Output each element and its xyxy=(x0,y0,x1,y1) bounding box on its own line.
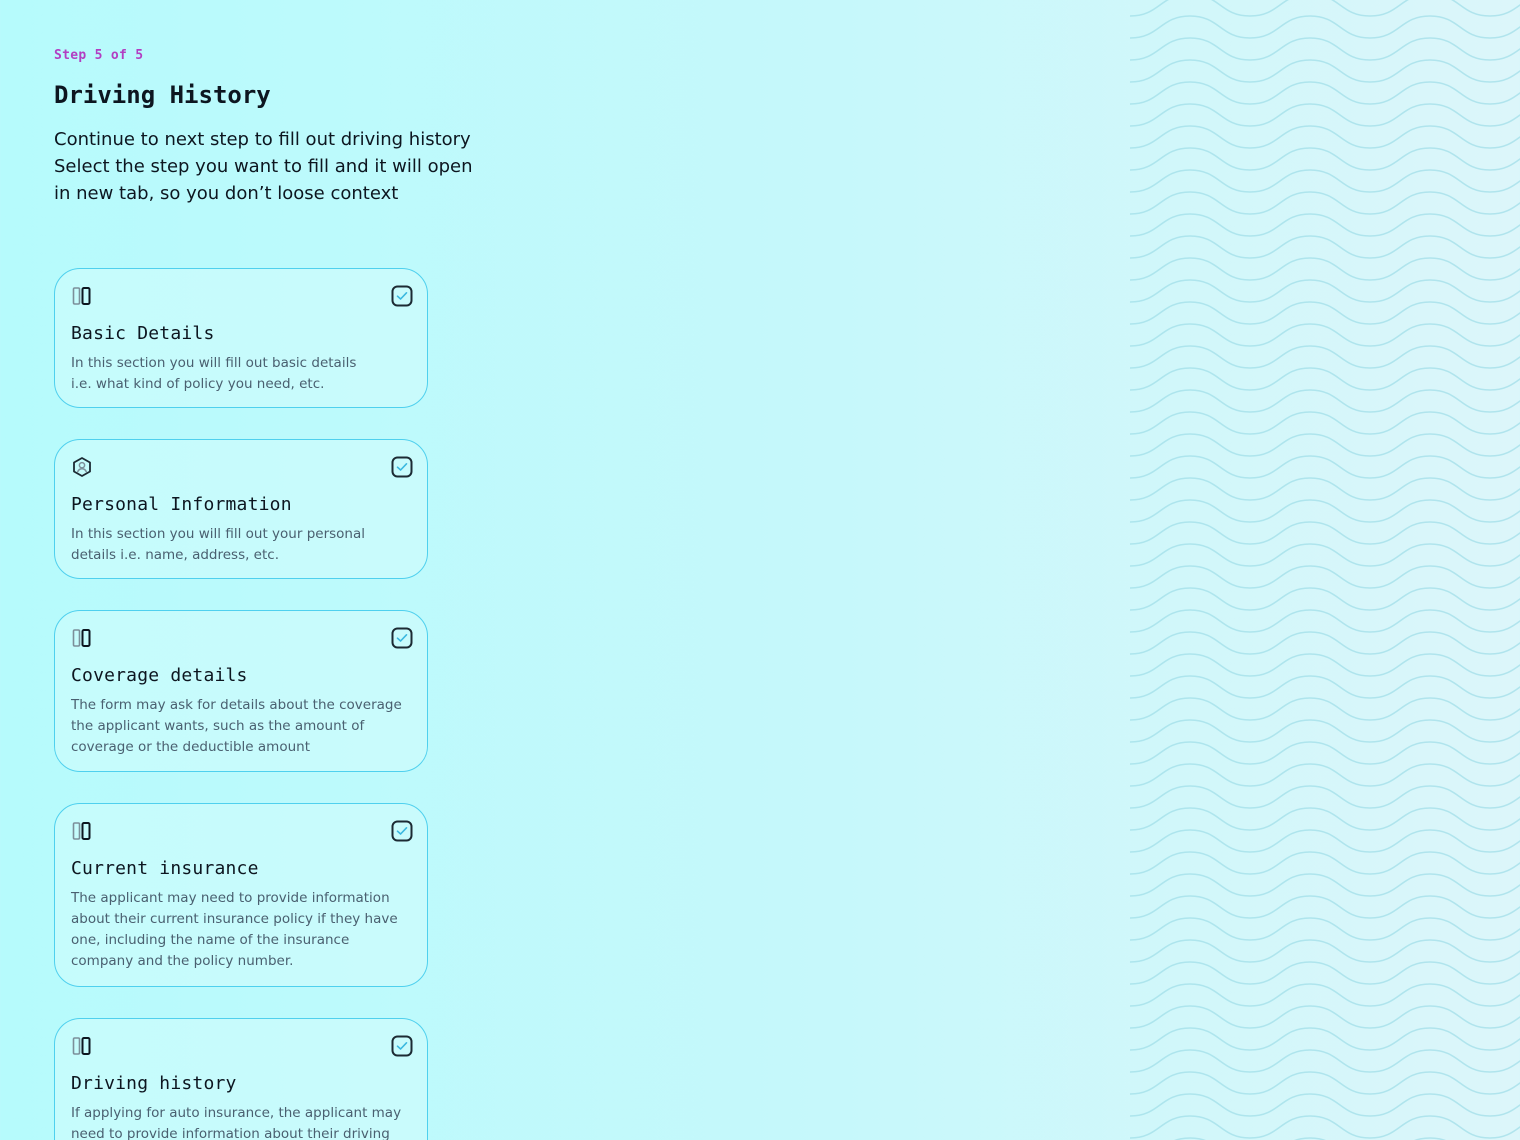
card-title: Personal Information xyxy=(71,494,292,515)
checkbox-checked-icon[interactable] xyxy=(391,456,413,478)
step-card-current-insurance[interactable]: Current insurance The applicant may need… xyxy=(54,803,428,987)
step-card-driving-history[interactable]: Driving history If applying for auto ins… xyxy=(54,1018,428,1140)
checkbox-checked-icon[interactable] xyxy=(391,627,413,649)
intro-line: Continue to next step to fill out drivin… xyxy=(54,129,471,150)
step-card-coverage-details[interactable]: Coverage details The form may ask for de… xyxy=(54,610,428,772)
description-line: i.e. what kind of policy you need, etc. xyxy=(71,376,325,392)
checkbox-checked-icon[interactable] xyxy=(391,285,413,307)
intro-line: Select the step you want to fill and it … xyxy=(54,156,473,177)
intro-line: in new tab, so you don’t loose context xyxy=(54,183,399,204)
intro-text: Continue to next step to fill out drivin… xyxy=(54,126,484,207)
user-hexagon-icon xyxy=(73,457,91,477)
card-title: Driving history xyxy=(71,1073,237,1094)
description-line: one, including the name of the insurance xyxy=(71,932,350,948)
description-line: The form may ask for details about the c… xyxy=(71,697,402,713)
card-description: The applicant may need to provide inform… xyxy=(71,888,411,972)
checkbox-checked-icon[interactable] xyxy=(391,1035,413,1057)
description-line: details i.e. name, address, etc. xyxy=(71,547,279,563)
description-line: the applicant wants, such as the amount … xyxy=(71,718,365,734)
card-title: Current insurance xyxy=(71,858,259,879)
wave-pattern-background xyxy=(1130,0,1520,1140)
step-card-basic-details[interactable]: Basic Details In this section you will f… xyxy=(54,268,428,408)
card-description: In this section you will fill out your p… xyxy=(71,524,411,566)
description-line: The applicant may need to provide inform… xyxy=(71,890,390,906)
step-indicator: Step 5 of 5 xyxy=(54,48,144,63)
columns-icon xyxy=(72,822,91,840)
page-title: Driving History xyxy=(54,81,271,109)
card-title: Basic Details xyxy=(71,323,215,344)
description-line: need to provide information about their … xyxy=(71,1126,390,1140)
columns-icon xyxy=(72,1037,91,1055)
description-line: about their current insurance policy if … xyxy=(71,911,398,927)
columns-icon xyxy=(72,629,91,647)
checkbox-checked-icon[interactable] xyxy=(391,820,413,842)
card-description: If applying for auto insurance, the appl… xyxy=(71,1103,411,1140)
description-line: coverage or the deductible amount xyxy=(71,739,310,755)
description-line: If applying for auto insurance, the appl… xyxy=(71,1105,402,1121)
card-title: Coverage details xyxy=(71,665,248,686)
columns-icon xyxy=(72,287,91,305)
step-card-personal-information[interactable]: Personal Information In this section you… xyxy=(54,439,428,579)
description-line: In this section you will fill out your p… xyxy=(71,526,365,542)
description-line: company and the policy number. xyxy=(71,953,294,969)
card-description: In this section you will fill out basic … xyxy=(71,353,411,395)
description-line: In this section you will fill out basic … xyxy=(71,355,357,371)
card-description: The form may ask for details about the c… xyxy=(71,695,411,758)
